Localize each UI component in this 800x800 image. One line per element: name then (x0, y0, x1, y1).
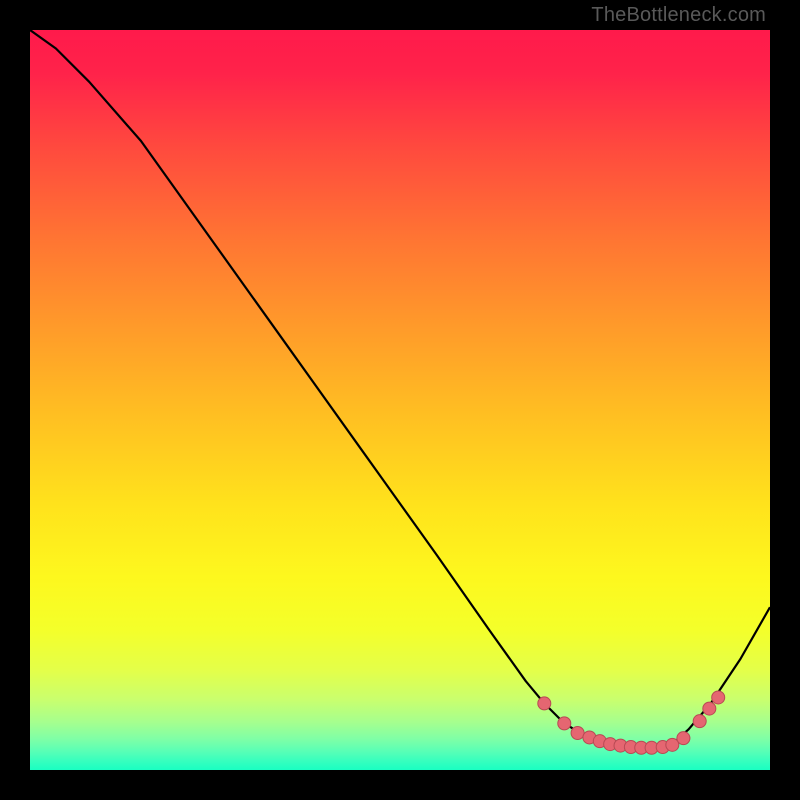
marker-point (712, 691, 725, 704)
marker-point (558, 717, 571, 730)
marker-point (571, 727, 584, 740)
marker-point (538, 697, 551, 710)
watermark-text: TheBottleneck.com (591, 4, 766, 27)
marker-point (703, 702, 716, 715)
marker-point (693, 715, 706, 728)
bottleneck-chart (30, 30, 770, 770)
marker-point (677, 732, 690, 745)
chart-frame (30, 30, 770, 770)
